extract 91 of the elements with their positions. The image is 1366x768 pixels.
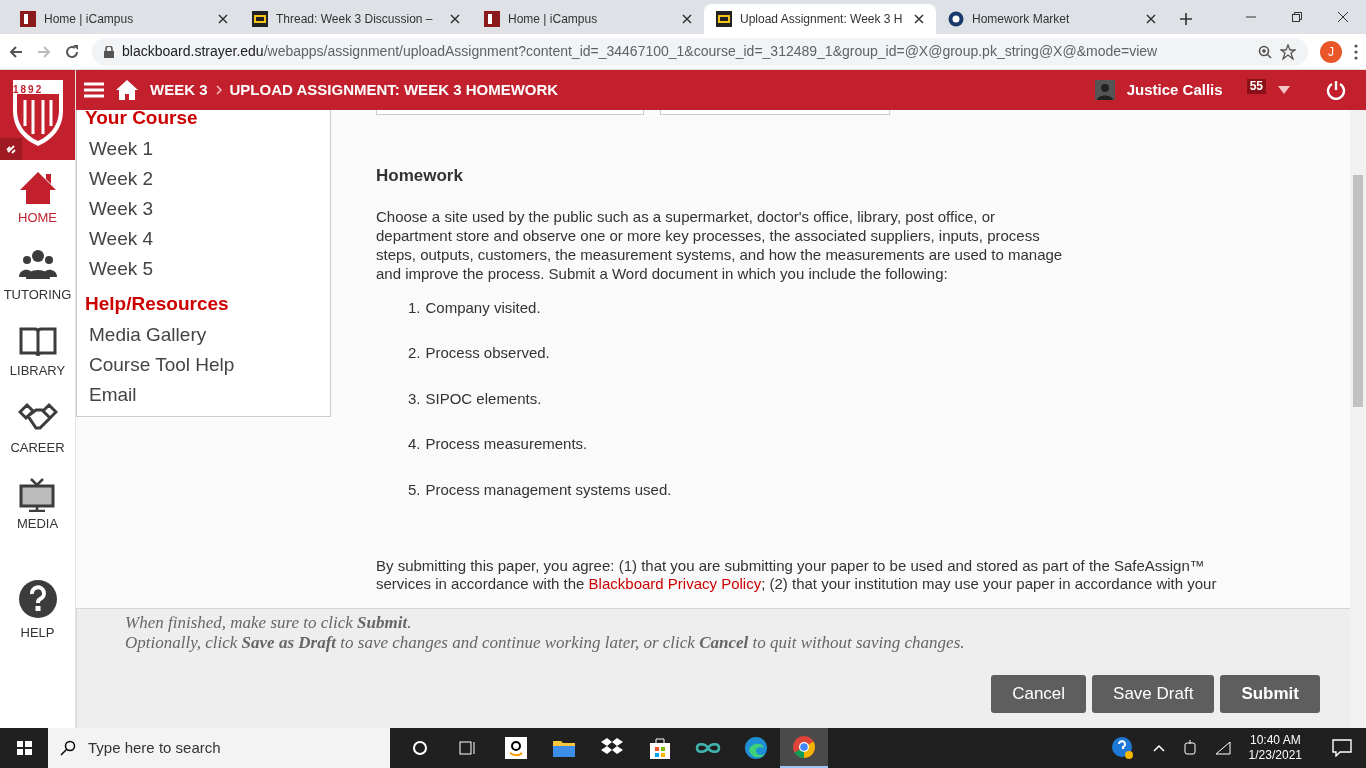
home-icon[interactable] bbox=[116, 80, 138, 100]
rail-item[interactable]: LIBRARY bbox=[9, 361, 66, 381]
action-button[interactable]: Submit bbox=[1220, 675, 1320, 713]
action-button[interactable]: Cancel bbox=[991, 675, 1087, 713]
power-icon[interactable] bbox=[1326, 80, 1346, 100]
reload-icon[interactable] bbox=[64, 43, 80, 60]
tab-title: Home | iCampus bbox=[508, 11, 599, 28]
rail-item[interactable]: HOME bbox=[18, 208, 57, 228]
logo-year: 1892 bbox=[13, 83, 44, 97]
device-icon[interactable] bbox=[1182, 740, 1197, 756]
star-icon[interactable] bbox=[1280, 43, 1296, 60]
profile-avatar[interactable]: J bbox=[1320, 40, 1342, 63]
instruction-text: When finished, make sure to click Submit. bbox=[125, 613, 413, 633]
action-button[interactable]: Save Draft bbox=[1092, 675, 1215, 713]
new-tab-icon[interactable] bbox=[1180, 13, 1192, 25]
section-heading: Homework bbox=[376, 165, 464, 187]
help-label[interactable]: HELP bbox=[20, 622, 55, 642]
help-badge-icon[interactable] bbox=[1110, 736, 1135, 760]
breadcrumb-link[interactable]: WEEK 3 bbox=[150, 78, 208, 102]
site-favicon bbox=[484, 11, 500, 27]
user-name[interactable]: Justice Callis bbox=[1126, 78, 1223, 102]
clock-date[interactable]: 1/23/2021 bbox=[1248, 748, 1302, 763]
browser-tab[interactable]: Upload Assignment: Week 3 H bbox=[704, 4, 936, 34]
list-number: 2. bbox=[408, 343, 421, 363]
chevron-up-icon[interactable] bbox=[1152, 744, 1165, 752]
close-icon[interactable] bbox=[218, 14, 228, 24]
tab-title: Upload Assignment: Week 3 H bbox=[740, 11, 904, 28]
zoom-icon[interactable] bbox=[1258, 44, 1272, 59]
user-avatar-icon bbox=[1094, 80, 1115, 100]
back-icon[interactable] bbox=[8, 43, 24, 60]
menu-item[interactable]: Week 4 bbox=[85, 224, 325, 254]
lock-icon bbox=[104, 45, 114, 58]
menu-item[interactable]: Week 1 bbox=[85, 134, 325, 164]
close-icon[interactable] bbox=[1146, 14, 1156, 24]
breadcrumb-link[interactable]: UPLOAD ASSIGNMENT: WEEK 3 HOMEWORK bbox=[229, 78, 559, 102]
clock-time[interactable]: 10:40 AM bbox=[1249, 733, 1301, 748]
instruction-text: Optionally, click Save as Draft to save changes and continue working later, or click Cancel to quit without saving changes. bbox=[125, 633, 966, 653]
tab-title: Home | iCampus bbox=[44, 11, 135, 28]
menu-item[interactable]: Course Tool Help bbox=[85, 350, 325, 380]
taskbar-search-field[interactable]: Type here to search bbox=[48, 728, 390, 768]
ring-favicon bbox=[948, 11, 964, 27]
list-number: 5. bbox=[408, 479, 421, 500]
bb-favicon bbox=[252, 11, 268, 27]
menu-item[interactable]: Email bbox=[85, 380, 325, 410]
rail-item[interactable]: TUTORING bbox=[3, 284, 72, 304]
address-bar[interactable]: blackboard.strayer.edu/webapps/assignment/uploadAssignment?content_id=_34467100_1&course_id=_312489_1&group_id=@X@group.pk_string@X@&mode=view bbox=[92, 37, 1308, 66]
shield-logo-icon bbox=[10, 78, 65, 148]
browser-tab[interactable]: Thread: Week 3 Discussion – bbox=[240, 4, 472, 34]
list-item-text: SIPOC elements. bbox=[425, 388, 542, 409]
tab-title: Thread: Week 3 Discussion – bbox=[276, 11, 434, 28]
rail-item[interactable]: MEDIA bbox=[16, 514, 59, 534]
assignment-description: Choose a site used by the public such as a supermarket, doctor's office, library, post office, or department store and observe one or more key processes, the associated suppliers, inputs, process steps, outputs, customers, the measurement systems, and how the measurements are used to manage and improve the process. Submit a Word document in which you include the following: bbox=[376, 206, 1064, 283]
chevron-right-icon bbox=[215, 85, 222, 95]
scrollbar[interactable] bbox=[1350, 110, 1366, 728]
browser-tab[interactable]: Homework Market bbox=[936, 4, 1168, 34]
tab-title: Homework Market bbox=[972, 11, 1071, 28]
list-item-text: Process observed. bbox=[425, 343, 550, 363]
rail-item[interactable]: CAREER bbox=[10, 437, 65, 457]
site-favicon bbox=[20, 11, 36, 27]
browser-tab[interactable]: Home | iCampus bbox=[8, 4, 240, 34]
dropdown-caret-icon[interactable] bbox=[1278, 86, 1290, 94]
list-item-text: Company visited. bbox=[425, 297, 541, 318]
menu-section-title: Your Course bbox=[85, 110, 199, 130]
help-icon[interactable] bbox=[17, 578, 58, 619]
menu-item[interactable]: Week 3 bbox=[85, 194, 325, 224]
list-item-text: Process management systems used. bbox=[425, 479, 672, 500]
agreement-text: By submitting this paper, you agree: (1) that you are submitting your paper to be used and stored as part of the SafeAssign™ services in accordance with the Blackboard Privacy Policy; (2) that your institution may use your paper in accordance with your bbox=[376, 557, 1218, 593]
url-text: blackboard.strayer.edu/webapps/assignment/uploadAssignment?content_id=_34467100_1&course_id=_312489_1&group_id=@X@group.pk_string@X@&mode=view bbox=[122, 42, 1158, 61]
close-icon[interactable] bbox=[682, 14, 692, 24]
menu-item[interactable]: Media Gallery bbox=[85, 320, 325, 350]
search-icon bbox=[60, 740, 76, 756]
logo-panel[interactable]: 1892 bbox=[0, 70, 75, 160]
search-placeholder: Type here to search bbox=[88, 737, 221, 758]
menu-icon[interactable] bbox=[1354, 43, 1358, 60]
chrome-icon[interactable] bbox=[780, 728, 828, 768]
list-number: 1. bbox=[408, 297, 421, 318]
menu-section-title: Help/Resources bbox=[85, 292, 230, 316]
notification-count[interactable]: 55 bbox=[1246, 79, 1266, 94]
menu-item[interactable]: Week 5 bbox=[85, 254, 325, 284]
close-icon[interactable] bbox=[450, 14, 460, 24]
link-icon[interactable] bbox=[0, 138, 22, 160]
bb-favicon bbox=[716, 11, 732, 27]
list-number: 4. bbox=[408, 434, 421, 454]
menu-item[interactable]: Week 2 bbox=[85, 164, 325, 194]
close-icon[interactable] bbox=[914, 14, 924, 24]
list-item-text: Process measurements. bbox=[425, 434, 588, 454]
tv-icon[interactable] bbox=[17, 476, 58, 512]
notifications-icon[interactable] bbox=[1332, 739, 1352, 757]
list-number: 3. bbox=[408, 388, 421, 409]
hamburger-menu-icon[interactable] bbox=[84, 82, 104, 98]
browser-tab[interactable]: Home | iCampus bbox=[472, 4, 704, 34]
